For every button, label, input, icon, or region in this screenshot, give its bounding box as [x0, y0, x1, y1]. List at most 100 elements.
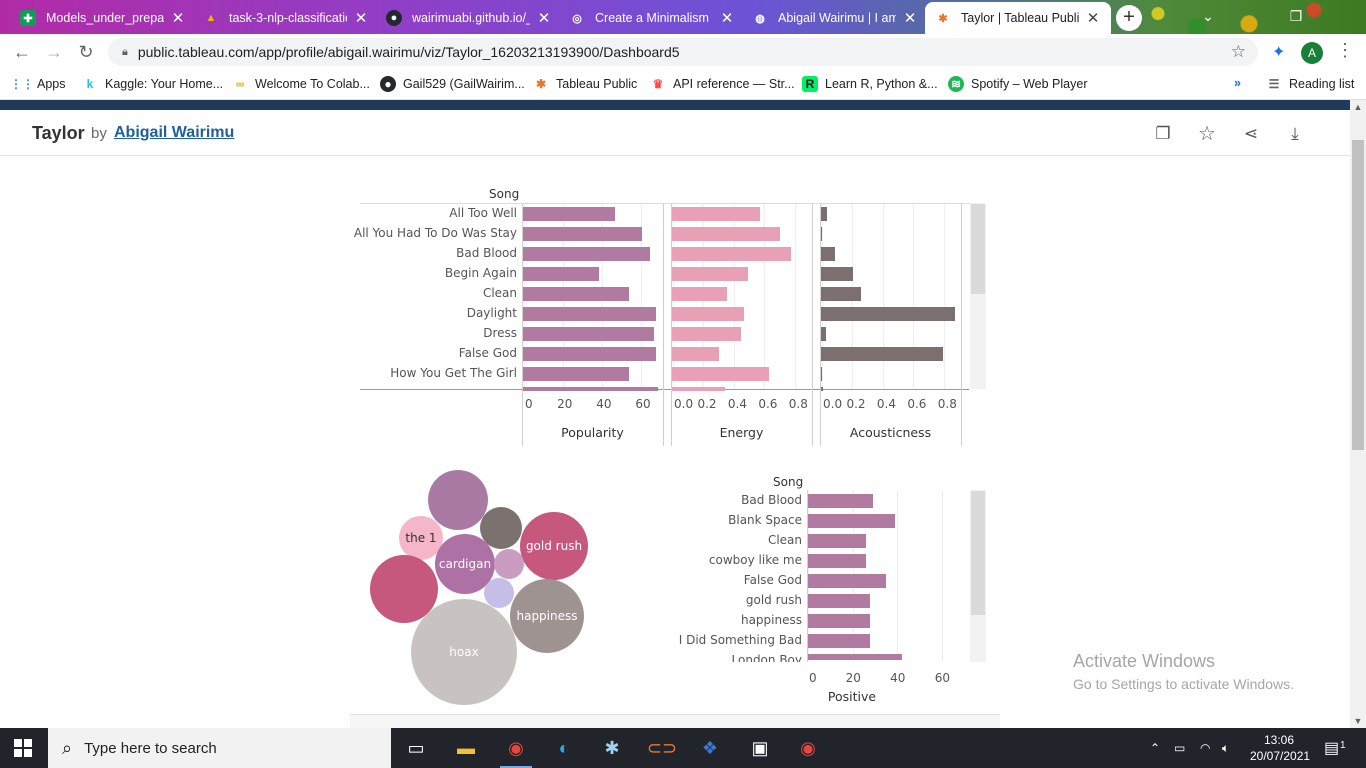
- bar-acousticness[interactable]: [821, 267, 853, 281]
- share-icon[interactable]: ⋖: [1240, 124, 1262, 144]
- more-bookmarks-icon[interactable]: »: [1234, 76, 1241, 90]
- browser-tab[interactable]: ◍ Abigail Wairimu | I am ✕: [742, 2, 928, 34]
- new-tab-button[interactable]: +: [1116, 5, 1142, 31]
- bar-acousticness[interactable]: [821, 247, 835, 261]
- reload-icon[interactable]: ↻: [74, 41, 98, 63]
- bar-positive[interactable]: [808, 654, 902, 660]
- edge-icon[interactable]: ◐: [544, 732, 584, 764]
- close-icon[interactable]: ✕: [353, 9, 369, 27]
- positive-bar-chart[interactable]: Song Bad Blood Blank Space Clean cowboy like…: [670, 472, 1000, 708]
- extensions-icon[interactable]: ✦: [1272, 42, 1285, 62]
- close-icon[interactable]: ✕: [719, 9, 735, 27]
- bar-popularity[interactable]: [523, 287, 629, 301]
- chart-scrollbar-thumb[interactable]: [971, 491, 985, 615]
- bubble[interactable]: [484, 578, 514, 608]
- bar-acousticness[interactable]: [821, 327, 826, 341]
- bar-energy[interactable]: [672, 247, 791, 261]
- bookmark-kaggle[interactable]: k Kaggle: Your Home...: [82, 76, 223, 92]
- taskbar-clock[interactable]: 13:06 20/07/2021: [1250, 732, 1310, 764]
- bookmark-streamlit[interactable]: ♛ API reference — Str...: [650, 76, 795, 92]
- back-icon[interactable]: ←: [10, 41, 34, 63]
- chart-scrollbar-thumb[interactable]: [971, 204, 985, 294]
- bar-popularity[interactable]: [523, 207, 615, 221]
- scrollbar-thumb[interactable]: [1352, 140, 1364, 450]
- song-metrics-chart[interactable]: Song All Too Well All You Had To Do Was St…: [354, 184, 990, 449]
- bar-energy[interactable]: [672, 367, 770, 381]
- song-bubble-chart[interactable]: the 1 gold rush cardigan happiness hoax: [360, 466, 600, 706]
- profile-avatar[interactable]: A: [1301, 42, 1323, 64]
- scroll-down-icon[interactable]: ▼: [1350, 716, 1366, 726]
- bar-acousticness[interactable]: [821, 347, 943, 361]
- bar-positive[interactable]: [808, 634, 871, 648]
- bar-energy[interactable]: [672, 227, 781, 241]
- bar-positive[interactable]: [808, 554, 866, 568]
- bar-positive[interactable]: [808, 594, 871, 608]
- bar-popularity[interactable]: [523, 387, 659, 391]
- bubble-hoax[interactable]: hoax: [411, 599, 517, 705]
- tray-chevron-icon[interactable]: ⌃: [1150, 728, 1160, 768]
- bar-energy[interactable]: [672, 327, 741, 341]
- bar-acousticness[interactable]: [821, 387, 823, 391]
- reading-list[interactable]: ☰ Reading list: [1266, 76, 1355, 92]
- bar-positive[interactable]: [808, 574, 886, 588]
- bar-positive[interactable]: [808, 494, 873, 508]
- bar-popularity[interactable]: [523, 247, 651, 261]
- bar-energy[interactable]: [672, 207, 761, 221]
- bar-energy[interactable]: [672, 287, 727, 301]
- python-icon[interactable]: ❖: [690, 732, 730, 764]
- download-icon[interactable]: ⤓: [1284, 124, 1306, 144]
- scroll-up-icon[interactable]: ▲: [1350, 102, 1366, 112]
- browser-tab-active[interactable]: ✱ Taylor | Tableau Public ✕: [925, 2, 1111, 34]
- address-bar[interactable]: 🔒︎ public.tableau.com/app/profile/abigai…: [108, 38, 1258, 66]
- close-icon[interactable]: ✕: [170, 9, 186, 27]
- bar-acousticness[interactable]: [821, 227, 822, 241]
- bar-acousticness[interactable]: [821, 207, 828, 221]
- browser-tab[interactable]: ◎ Create a Minimalism G ✕: [559, 2, 745, 34]
- bookmark-github[interactable]: ● Gail529 (GailWairim...: [380, 76, 525, 92]
- bookmark-colab[interactable]: ∞ Welcome To Colab...: [232, 76, 370, 92]
- page-scrollbar[interactable]: ▲ ▼: [1350, 100, 1366, 728]
- menu-kebab-icon[interactable]: ⋮: [1336, 40, 1354, 61]
- bar-energy[interactable]: [672, 267, 749, 281]
- bubble-happiness[interactable]: happiness: [510, 579, 584, 653]
- bar-popularity[interactable]: [523, 347, 657, 361]
- chrome-icon-2[interactable]: ◉: [788, 732, 828, 764]
- author-link[interactable]: Abigail Wairimu: [114, 124, 234, 142]
- jupyter-icon[interactable]: ⊂⊃: [642, 732, 682, 764]
- terminal-icon[interactable]: ▣: [740, 732, 780, 764]
- bar-acousticness[interactable]: [821, 367, 822, 381]
- bar-positive[interactable]: [808, 514, 895, 528]
- battery-icon[interactable]: ▭: [1174, 728, 1185, 768]
- close-icon[interactable]: ✕: [902, 9, 918, 27]
- bookmark-star-icon[interactable]: ☆: [1231, 42, 1246, 62]
- forward-icon[interactable]: →: [42, 41, 66, 63]
- close-icon[interactable]: ✕: [1085, 9, 1101, 27]
- bookmark-datacamp[interactable]: R Learn R, Python &...: [802, 76, 938, 92]
- chrome-icon[interactable]: ◉: [496, 732, 536, 768]
- bar-popularity[interactable]: [523, 227, 643, 241]
- bar-popularity[interactable]: [523, 307, 657, 321]
- bar-popularity[interactable]: [523, 267, 600, 281]
- tableau-app-icon[interactable]: ✱: [592, 732, 632, 764]
- bar-energy[interactable]: [672, 347, 720, 361]
- browser-tab[interactable]: ✚ Models_under_prepar ✕: [10, 2, 196, 34]
- notifications-icon[interactable]: ▤: [1324, 728, 1339, 768]
- bar-acousticness[interactable]: [821, 307, 955, 321]
- task-view-icon[interactable]: ▭: [396, 732, 436, 764]
- tab-search-icon[interactable]: ⌄: [1196, 4, 1220, 28]
- volume-icon[interactable]: 🔈︎: [1222, 728, 1229, 768]
- restore-window-icon[interactable]: ❐: [1284, 4, 1308, 28]
- url-text[interactable]: public.tableau.com/app/profile/abigail.w…: [138, 44, 680, 60]
- browser-tab[interactable]: ● wairimuabi.github.io/_ ✕: [376, 2, 562, 34]
- taskbar-search-box[interactable]: ⌕ Type here to search: [48, 728, 391, 768]
- bookmark-apps[interactable]: ⋮⋮ Apps: [10, 76, 66, 92]
- bar-acousticness[interactable]: [821, 287, 861, 301]
- bar-energy[interactable]: [672, 307, 744, 321]
- bubble[interactable]: [494, 549, 524, 579]
- bar-energy[interactable]: [672, 387, 726, 391]
- windows-start-icon[interactable]: [14, 739, 32, 757]
- close-icon[interactable]: ✕: [536, 9, 552, 27]
- bookmark-spotify[interactable]: ≋ Spotify – Web Player: [948, 76, 1088, 92]
- bar-popularity[interactable]: [523, 367, 629, 381]
- file-explorer-icon[interactable]: ▬: [446, 732, 486, 764]
